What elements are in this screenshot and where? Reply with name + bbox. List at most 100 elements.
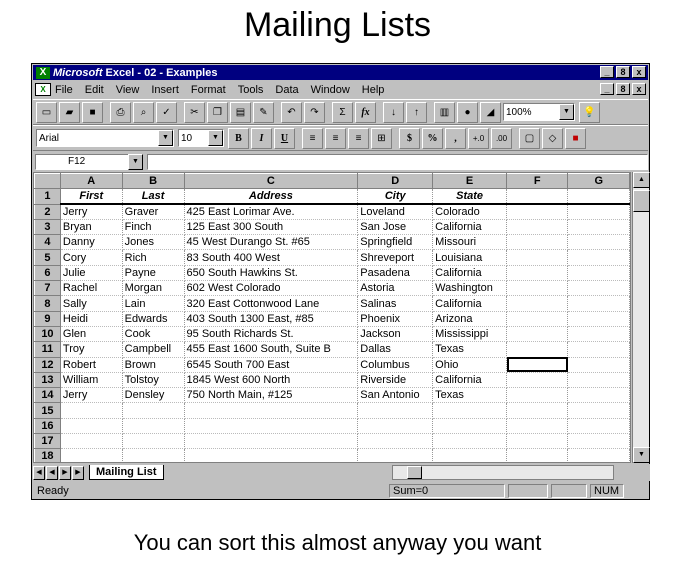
cell[interactable]: Edwards (122, 311, 185, 327)
cell[interactable]: Texas (432, 341, 508, 358)
cell[interactable]: State (432, 188, 508, 206)
cell[interactable] (567, 357, 630, 373)
cell[interactable]: Salinas (357, 295, 434, 312)
cell[interactable] (432, 418, 508, 435)
row-header[interactable]: 9 (34, 310, 61, 327)
cell[interactable]: Sally (60, 295, 123, 312)
row-header[interactable]: 12 (34, 356, 61, 373)
cell[interactable] (567, 188, 630, 206)
save-icon[interactable]: ■ (82, 101, 103, 123)
row-header[interactable]: 1 (34, 188, 61, 205)
chevron-down-icon[interactable]: ▼ (158, 130, 173, 146)
cell[interactable]: Graver (122, 204, 185, 220)
row-header[interactable]: 2 (34, 203, 61, 220)
cell[interactable] (506, 311, 569, 327)
row-header[interactable]: 13 (34, 371, 61, 389)
menu-format[interactable]: Format (191, 84, 226, 96)
cell[interactable] (60, 418, 123, 435)
undo-icon[interactable]: ↶ (281, 101, 302, 123)
percent-button[interactable]: % (422, 127, 443, 149)
cell[interactable] (567, 402, 630, 419)
cell[interactable]: Mississippi (432, 326, 508, 343)
zoom-select[interactable]: 100% ▼ (503, 103, 575, 121)
column-header-g[interactable]: G (567, 173, 630, 190)
cell[interactable]: Danny (60, 234, 123, 251)
cell[interactable] (567, 280, 630, 297)
spelling-icon[interactable]: ✓ (156, 101, 177, 123)
underline-button[interactable]: U (274, 127, 295, 149)
open-icon[interactable]: ▰ (59, 101, 80, 123)
cell[interactable]: Rachel (60, 280, 123, 297)
cell[interactable] (357, 418, 434, 435)
worksheet-grid[interactable]: A B C D E F G 1 First Last Address City State… (33, 172, 631, 463)
prev-sheet-icon[interactable]: ◀ (46, 465, 58, 480)
chevron-down-icon[interactable]: ▼ (208, 130, 223, 146)
cell[interactable]: 125 East 300 South (184, 219, 359, 236)
chart-wizard-icon[interactable]: ▥ (434, 101, 455, 123)
cell[interactable]: Address (184, 188, 359, 206)
cell[interactable]: Washington (432, 280, 508, 297)
cell[interactable]: Phoenix (357, 311, 434, 327)
chevron-down-icon[interactable]: ▼ (559, 104, 574, 120)
redo-icon[interactable]: ↷ (304, 101, 325, 123)
currency-button[interactable]: $ (399, 127, 420, 149)
align-center-icon[interactable]: ≡ (325, 127, 346, 149)
doc-minimize-button[interactable]: _ (600, 83, 614, 95)
column-header-e[interactable]: E (432, 173, 508, 190)
cell[interactable] (506, 249, 569, 266)
scroll-up-icon[interactable]: ▲ (633, 172, 650, 188)
cell[interactable]: 1845 West 600 North (184, 372, 359, 389)
cell[interactable] (567, 265, 630, 282)
print-icon[interactable]: ⎙ (110, 101, 131, 123)
column-header-b[interactable]: B (121, 173, 185, 190)
format-painter-icon[interactable]: ✎ (253, 101, 274, 123)
name-box[interactable]: F12 ▼ (35, 153, 143, 170)
cell[interactable]: Shreveport (357, 249, 434, 266)
cell[interactable]: Cook (122, 326, 185, 343)
cell[interactable] (506, 448, 569, 462)
cell[interactable]: Last (122, 188, 185, 206)
row-header[interactable]: 5 (34, 249, 61, 266)
comma-button[interactable]: , (445, 127, 466, 149)
cell[interactable]: Jerry (60, 387, 123, 404)
cell[interactable] (122, 402, 185, 419)
menu-data[interactable]: Data (275, 84, 298, 96)
cell[interactable]: Brown (122, 357, 185, 373)
cell[interactable] (60, 402, 123, 419)
row-header[interactable]: 3 (34, 218, 61, 236)
italic-button[interactable]: I (251, 127, 272, 149)
cell[interactable]: Rich (122, 249, 185, 266)
cell[interactable] (567, 219, 630, 236)
cell[interactable]: Lain (122, 295, 185, 312)
cell[interactable]: 425 East Lorimar Ave. (184, 204, 359, 220)
cell[interactable]: 95 South Richards St. (184, 326, 359, 343)
cell[interactable] (60, 448, 123, 462)
cell[interactable] (567, 372, 630, 389)
menu-file[interactable]: File (55, 84, 73, 96)
increase-decimal-button[interactable]: +.0 (468, 127, 489, 149)
cell[interactable]: San Antonio (357, 387, 434, 404)
menu-view[interactable]: View (116, 84, 140, 96)
cell[interactable]: California (432, 372, 508, 389)
cell[interactable] (184, 448, 359, 462)
vertical-scrollbar[interactable]: ▲ ▼ (632, 172, 650, 463)
title-bar[interactable]: X Microsoft Excel - 02 - Examples _ 8 x (33, 65, 648, 80)
drawing-icon[interactable]: ◢ (480, 101, 501, 123)
cell[interactable] (567, 311, 630, 327)
cell[interactable]: Louisiana (432, 249, 508, 266)
workbook-icon[interactable]: X (35, 83, 51, 96)
cell[interactable]: 650 South Hawkins St. (184, 265, 359, 282)
restore-button[interactable]: 8 (616, 66, 630, 78)
column-header-c[interactable]: C (183, 173, 359, 190)
cell[interactable]: Finch (122, 219, 185, 236)
horizontal-scrollbar[interactable] (391, 465, 614, 480)
cell[interactable] (506, 234, 569, 251)
cell[interactable] (567, 418, 630, 435)
map-icon[interactable]: ● (457, 101, 478, 123)
cell[interactable] (357, 433, 434, 450)
cell[interactable]: 403 South 1300 East, #85 (184, 311, 359, 327)
align-right-icon[interactable]: ≡ (348, 127, 369, 149)
doc-restore-button[interactable]: 8 (616, 83, 630, 95)
row-header[interactable]: 16 (34, 417, 61, 435)
row-header[interactable]: 6 (34, 264, 61, 282)
